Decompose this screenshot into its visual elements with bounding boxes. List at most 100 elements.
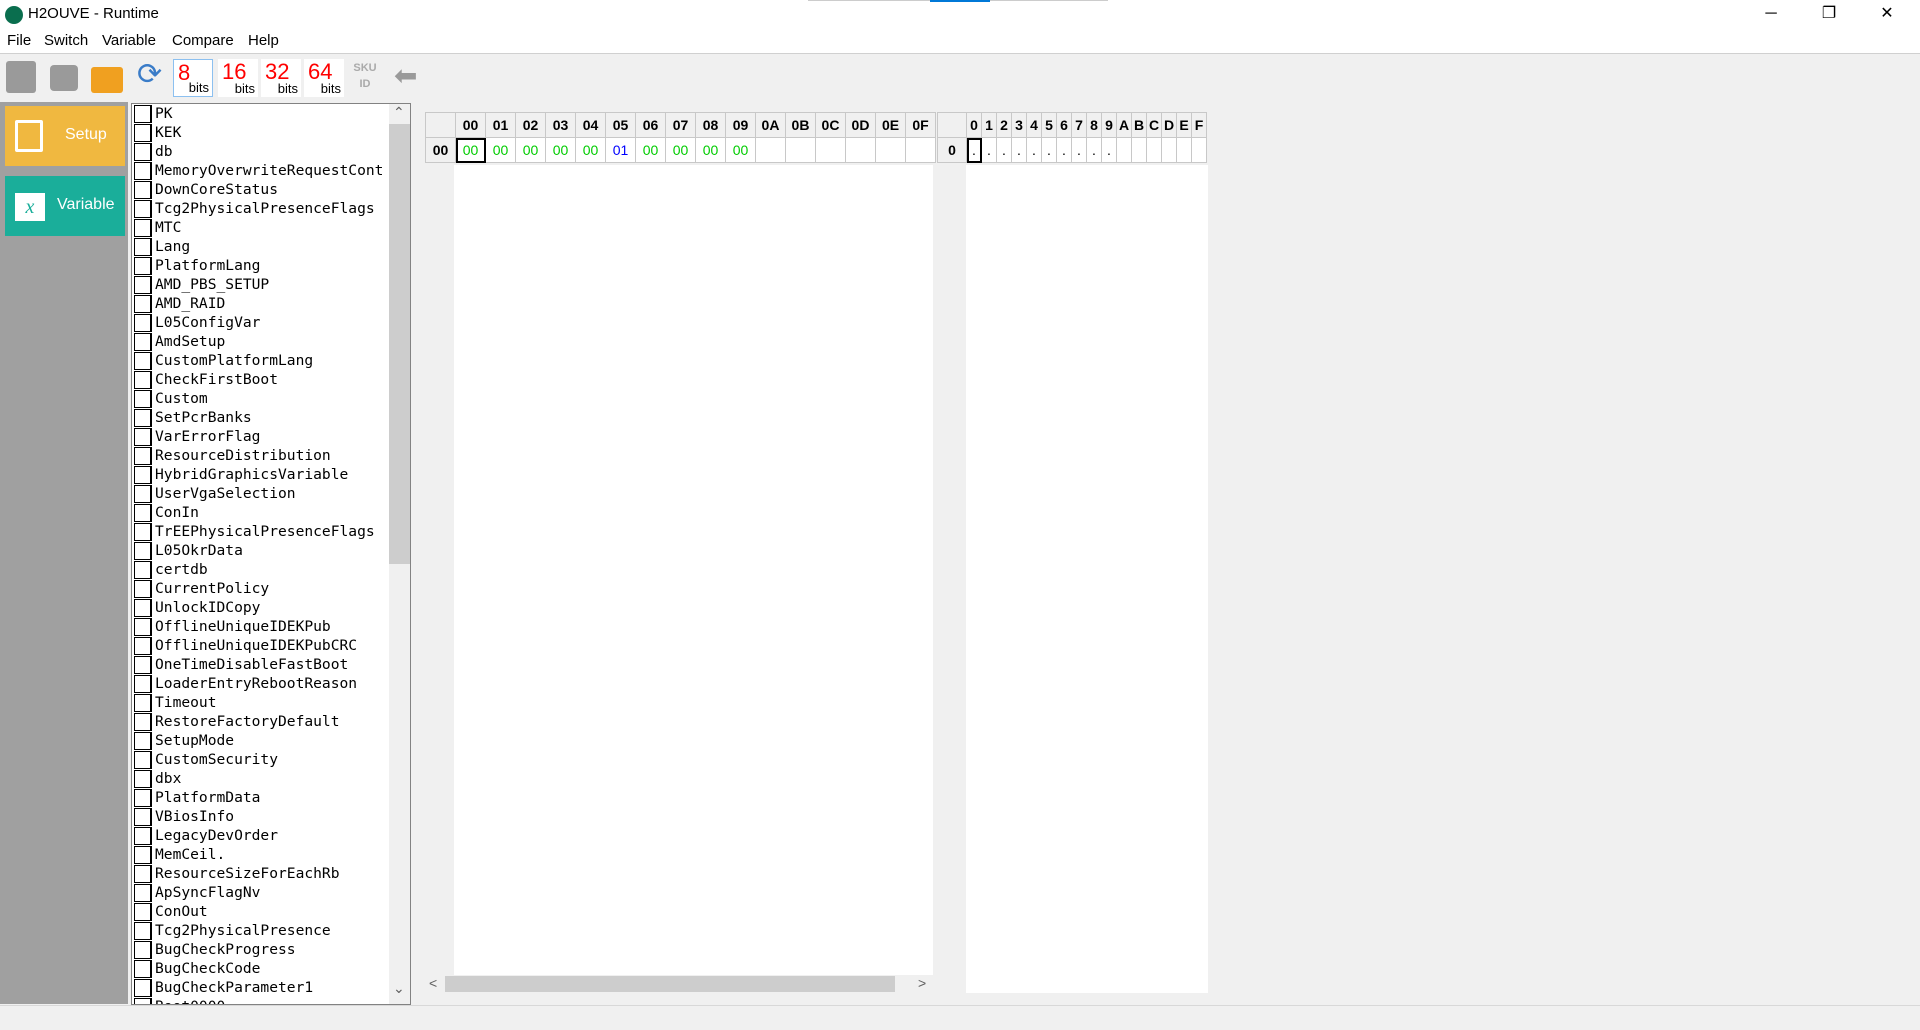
- hex-cell[interactable]: 00: [455, 137, 486, 163]
- variable-checkbox[interactable]: [134, 827, 152, 845]
- variable-list-item[interactable]: Timeout: [132, 693, 390, 712]
- variable-list-item[interactable]: CustomSecurity: [132, 750, 390, 769]
- hex-editor-area[interactable]: [454, 165, 933, 975]
- variable-checkbox[interactable]: [134, 352, 152, 370]
- variable-list-item[interactable]: KEK: [132, 123, 390, 142]
- menu-help[interactable]: Help: [248, 32, 279, 49]
- ascii-cell[interactable]: [1131, 137, 1147, 163]
- variable-list-item[interactable]: AMD_RAID: [132, 294, 390, 313]
- variable-list-item[interactable]: SetPcrBanks: [132, 408, 390, 427]
- menu-switch[interactable]: Switch: [44, 32, 88, 49]
- hex-cell[interactable]: 00: [665, 137, 696, 163]
- hex-horizontal-scrollbar[interactable]: < >: [425, 975, 933, 993]
- ascii-cell[interactable]: .: [981, 137, 997, 163]
- ascii-cell[interactable]: [1146, 137, 1162, 163]
- ascii-cell[interactable]: .: [1011, 137, 1027, 163]
- open-folder-icon[interactable]: [91, 57, 123, 97]
- ascii-cell[interactable]: .: [966, 137, 982, 163]
- variable-checkbox[interactable]: [134, 789, 152, 807]
- variable-checkbox[interactable]: [134, 295, 152, 313]
- scroll-down-icon[interactable]: ⌄: [393, 980, 405, 997]
- ascii-cell[interactable]: .: [1026, 137, 1042, 163]
- variable-checkbox[interactable]: [134, 124, 152, 142]
- 32-bits-button[interactable]: 32 bits: [261, 59, 301, 97]
- save-icon[interactable]: [6, 57, 38, 97]
- ascii-cell[interactable]: [1191, 137, 1207, 163]
- variable-checkbox[interactable]: [134, 542, 152, 560]
- 8-bits-button[interactable]: 8 bits: [173, 59, 213, 97]
- variable-list-item[interactable]: UserVgaSelection: [132, 484, 390, 503]
- variable-checkbox[interactable]: [134, 371, 152, 389]
- variable-checkbox[interactable]: [134, 428, 152, 446]
- ascii-cell[interactable]: .: [996, 137, 1012, 163]
- variable-list-item[interactable]: CurrentPolicy: [132, 579, 390, 598]
- variable-list-item[interactable]: L05ConfigVar: [132, 313, 390, 332]
- hex-cell[interactable]: 00: [575, 137, 606, 163]
- 64-bits-button[interactable]: 64 bits: [304, 59, 344, 97]
- variable-list-item[interactable]: MTC: [132, 218, 390, 237]
- variable-checkbox[interactable]: [134, 694, 152, 712]
- variable-checkbox[interactable]: [134, 865, 152, 883]
- ascii-cell[interactable]: .: [1056, 137, 1072, 163]
- variable-checkbox[interactable]: [134, 808, 152, 826]
- variable-list-item[interactable]: DownCoreStatus: [132, 180, 390, 199]
- ascii-cell[interactable]: [1161, 137, 1177, 163]
- setup-button[interactable]: Setup: [5, 106, 125, 166]
- hex-cell[interactable]: [875, 137, 906, 163]
- variable-list-item[interactable]: Tcg2PhysicalPresenceFlags: [132, 199, 390, 218]
- ascii-editor-area[interactable]: [966, 165, 1208, 993]
- ascii-cell[interactable]: .: [1101, 137, 1117, 163]
- variable-list-item[interactable]: certdb: [132, 560, 390, 579]
- variable-checkbox[interactable]: [134, 181, 152, 199]
- variable-checkbox[interactable]: [134, 200, 152, 218]
- hex-cell[interactable]: [755, 137, 786, 163]
- variable-checkbox[interactable]: [134, 751, 152, 769]
- variable-checkbox[interactable]: [134, 884, 152, 902]
- hex-cell[interactable]: [845, 137, 876, 163]
- variable-checkbox[interactable]: [134, 219, 152, 237]
- restore-button[interactable]: ❐: [1800, 0, 1858, 30]
- variable-list-item[interactable]: Custom: [132, 389, 390, 408]
- variable-list-item[interactable]: db: [132, 142, 390, 161]
- variable-list-item[interactable]: Lang: [132, 237, 390, 256]
- variable-list-item[interactable]: RestoreFactoryDefault: [132, 712, 390, 731]
- variable-checkbox[interactable]: [134, 618, 152, 636]
- variable-list-item[interactable]: PK: [132, 104, 390, 123]
- variable-checkbox[interactable]: [134, 504, 152, 522]
- variable-list-item[interactable]: Tcg2PhysicalPresence: [132, 921, 390, 940]
- variable-list-item[interactable]: LoaderEntryRebootReason: [132, 674, 390, 693]
- variable-checkbox[interactable]: [134, 979, 152, 997]
- variable-checkbox[interactable]: [134, 675, 152, 693]
- variable-checkbox[interactable]: [134, 276, 152, 294]
- hex-cell[interactable]: [815, 137, 846, 163]
- variable-list-item[interactable]: LegacyDevOrder: [132, 826, 390, 845]
- back-arrow-icon[interactable]: ⬅: [394, 62, 417, 90]
- variable-checkbox[interactable]: [134, 713, 152, 731]
- hex-cell[interactable]: 00: [695, 137, 726, 163]
- variable-checkbox[interactable]: [134, 561, 152, 579]
- variable-checkbox[interactable]: [134, 238, 152, 256]
- sku-id-button[interactable]: SKU ID: [352, 60, 378, 92]
- variable-checkbox[interactable]: [134, 637, 152, 655]
- variable-list-item[interactable]: OfflineUniqueIDEKPubCRC: [132, 636, 390, 655]
- variable-checkbox[interactable]: [134, 960, 152, 978]
- hex-cell[interactable]: 00: [725, 137, 756, 163]
- scrollbar-thumb[interactable]: [389, 124, 410, 564]
- ascii-cell[interactable]: [1176, 137, 1192, 163]
- variable-checkbox[interactable]: [134, 599, 152, 617]
- ascii-cell[interactable]: .: [1041, 137, 1057, 163]
- ascii-cell[interactable]: [1116, 137, 1132, 163]
- variable-list-item[interactable]: CheckFirstBoot: [132, 370, 390, 389]
- variable-list-item[interactable]: BugCheckParameter1: [132, 978, 390, 997]
- variable-list-item[interactable]: CustomPlatformLang: [132, 351, 390, 370]
- variable-list-item[interactable]: L05OkrData: [132, 541, 390, 560]
- 16-bits-button[interactable]: 16 bits: [218, 59, 258, 97]
- variable-checkbox[interactable]: [134, 732, 152, 750]
- variable-checkbox[interactable]: [134, 846, 152, 864]
- hscroll-thumb[interactable]: [445, 976, 895, 992]
- variable-checkbox[interactable]: [134, 143, 152, 161]
- variable-checkbox[interactable]: [134, 922, 152, 940]
- variable-list-item[interactable]: AmdSetup: [132, 332, 390, 351]
- variable-checkbox[interactable]: [134, 998, 152, 1004]
- variable-checkbox[interactable]: [134, 466, 152, 484]
